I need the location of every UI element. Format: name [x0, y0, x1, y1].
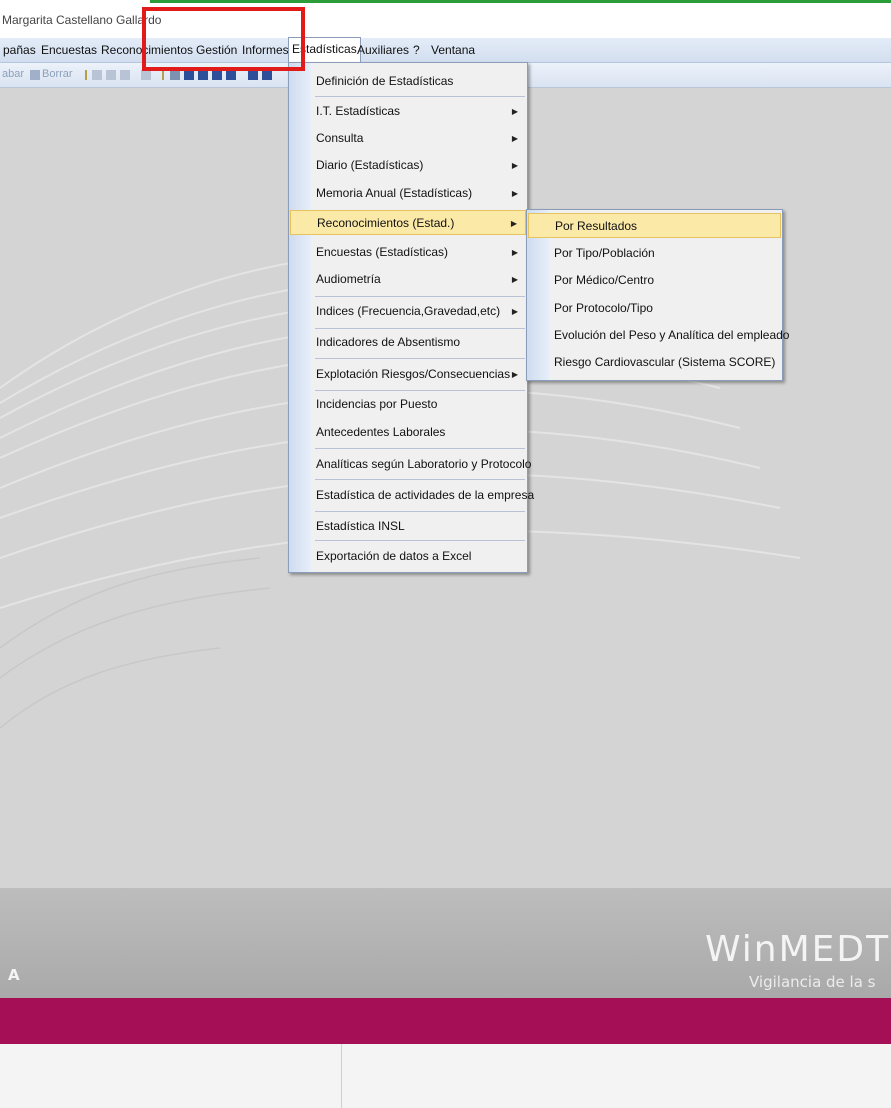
- menu-campanas[interactable]: pañas: [0, 38, 39, 62]
- print-icon[interactable]: [198, 70, 208, 80]
- menu-item-indices[interactable]: Indices (Frecuencia,Gravedad,etc) ▶: [290, 299, 526, 324]
- menu-separator: [315, 511, 525, 512]
- menu-item-exportacion[interactable]: Exportación de datos a Excel: [290, 544, 526, 569]
- menu-item-insl[interactable]: Estadística INSL: [290, 514, 526, 539]
- submenu-item-resultados[interactable]: Por Resultados: [528, 213, 781, 238]
- submenu-arrow-icon: ▶: [510, 219, 517, 228]
- menu-item-antecedentes[interactable]: Antecedentes Laborales: [290, 420, 526, 445]
- submenu-item-evolucion-peso[interactable]: Evolución del Peso y Analítica del emple…: [528, 323, 789, 348]
- submenu-arrow-icon: ▶: [511, 307, 518, 316]
- brand-color-bar: [0, 998, 891, 1044]
- toolbar-separator: [162, 70, 164, 80]
- brand-name: WinMEDT: [705, 929, 891, 970]
- copy-icon[interactable]: [106, 70, 116, 80]
- menu-separator: [315, 390, 525, 391]
- estadisticas-dropdown: Definición de Estadísticas I.T. Estadíst…: [288, 62, 534, 573]
- menu-item-it[interactable]: I.T. Estadísticas ▶: [290, 99, 526, 124]
- arrow-icon[interactable]: [262, 70, 272, 80]
- menu-item-diario[interactable]: Diario (Estadísticas) ▶: [290, 153, 526, 178]
- filter-icon[interactable]: [170, 70, 180, 80]
- status-bar-divider: [341, 1044, 342, 1108]
- window-top-accent: [150, 0, 891, 3]
- submenu-arrow-icon: ▶: [511, 161, 518, 170]
- settings-icon[interactable]: [248, 70, 258, 80]
- menu-separator: [315, 448, 525, 449]
- paste-icon[interactable]: [120, 70, 130, 80]
- window-title: Margarita Castellano Gallardo: [2, 13, 162, 27]
- menu-item-consulta[interactable]: Consulta ▶: [290, 126, 526, 151]
- menu-item-definicion[interactable]: Definición de Estadísticas: [290, 69, 526, 94]
- submenu-arrow-icon: ▶: [511, 134, 518, 143]
- cut-icon[interactable]: [92, 70, 102, 80]
- submenu-arrow-icon: ▶: [511, 107, 518, 116]
- menu-bar: pañas Encuestas Reconocimientos Gestión …: [0, 37, 891, 63]
- brand-tagline: Vigilancia de la s: [749, 973, 876, 991]
- reconocimientos-submenu: Por Resultados Por Tipo/Población Por Mé…: [526, 209, 789, 381]
- toolbar-separator: [85, 70, 87, 80]
- text-icon[interactable]: [226, 70, 236, 80]
- menu-item-encuestas[interactable]: Encuestas (Estadísticas) ▶: [290, 240, 526, 265]
- font-icon[interactable]: [141, 70, 151, 80]
- status-bar: [0, 1044, 891, 1108]
- submenu-arrow-icon: ▶: [511, 189, 518, 198]
- submenu-arrow-icon: ▶: [511, 370, 518, 379]
- menu-auxiliares[interactable]: Auxiliares: [354, 38, 412, 62]
- menu-encuestas[interactable]: Encuestas: [38, 38, 100, 62]
- menu-separator: [315, 479, 525, 480]
- submenu-item-protocolo-tipo[interactable]: Por Protocolo/Tipo: [528, 296, 781, 321]
- menu-separator: [315, 358, 525, 359]
- menu-help[interactable]: ?: [410, 38, 423, 62]
- menu-separator: [315, 296, 525, 297]
- borrar-button[interactable]: Borrar: [42, 68, 73, 80]
- menu-separator: [315, 328, 525, 329]
- menu-separator: [315, 540, 525, 541]
- annotation-highlight-box: [142, 7, 305, 71]
- bookmark-icon[interactable]: [184, 70, 194, 80]
- submenu-arrow-icon: ▶: [511, 248, 518, 257]
- menu-item-analiticas[interactable]: Analíticas según Laboratorio y Protocolo: [290, 452, 531, 477]
- menu-item-reconocimientos[interactable]: Reconocimientos (Estad.) ▶: [290, 210, 526, 235]
- menu-ventana[interactable]: Ventana: [428, 38, 478, 62]
- menu-item-absentismo[interactable]: Indicadores de Absentismo: [290, 330, 526, 355]
- brand-left-letter: A: [8, 966, 20, 984]
- submenu-item-medico-centro[interactable]: Por Médico/Centro: [528, 268, 781, 293]
- submenu-item-tipo-poblacion[interactable]: Por Tipo/Población: [528, 241, 781, 266]
- menu-item-explotacion[interactable]: Explotación Riesgos/Consecuencias ▶: [290, 362, 526, 387]
- borrar-icon: [30, 70, 40, 80]
- grabar-button[interactable]: abar: [2, 68, 24, 80]
- submenu-item-riesgo-cardiovascular[interactable]: Riesgo Cardiovascular (Sistema SCORE): [528, 350, 781, 375]
- menu-separator: [315, 96, 525, 97]
- menu-item-memoria[interactable]: Memoria Anual (Estadísticas) ▶: [290, 181, 526, 206]
- title-bar: Margarita Castellano Gallardo: [0, 4, 891, 34]
- menu-item-incidencias[interactable]: Incidencias por Puesto: [290, 392, 526, 417]
- menu-item-audiometria[interactable]: Audiometría ▶: [290, 267, 526, 292]
- menu-item-actividades[interactable]: Estadística de actividades de la empresa: [290, 483, 534, 508]
- submenu-arrow-icon: ▶: [511, 275, 518, 284]
- preview-icon[interactable]: [212, 70, 222, 80]
